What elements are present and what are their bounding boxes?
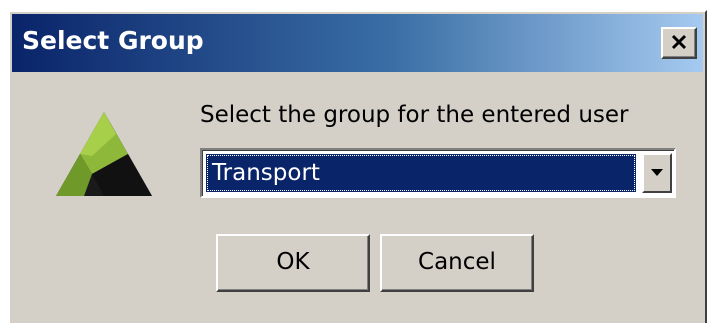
app-logo-icon (54, 110, 154, 204)
select-group-dialog: Select Group Select the group for the en… (8, 10, 707, 323)
prompt-label: Select the group for the entered user (200, 102, 629, 128)
dialog-title: Select Group (22, 26, 204, 55)
group-select-value[interactable]: Transport (206, 154, 636, 192)
group-select[interactable]: Transport (200, 148, 676, 198)
cancel-button[interactable]: Cancel (380, 234, 534, 292)
chevron-down-icon (651, 169, 663, 176)
ok-button[interactable]: OK (216, 234, 370, 292)
close-button[interactable] (661, 27, 697, 59)
close-icon (671, 34, 687, 50)
dropdown-button[interactable] (642, 153, 672, 193)
title-bar[interactable]: Select Group (12, 14, 703, 72)
